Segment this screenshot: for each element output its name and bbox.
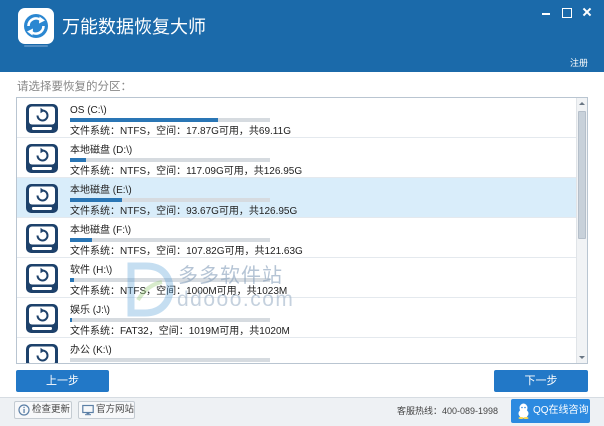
usage-bar-fill [70, 238, 92, 242]
usage-bar [70, 358, 270, 362]
footer-bar: 检查更新 官方网站 客服热线：400-089-1998 QQ在线咨询 [0, 397, 604, 426]
partition-row-k[interactable]: 办公 (K:\) [17, 338, 576, 363]
drive-icon [25, 303, 59, 334]
minimize-button[interactable] [537, 4, 555, 20]
partition-list: OS (C:\) 文件系统：NTFS，空间：17.87G可用，共69.11G 本… [16, 97, 588, 364]
qq-consult-label: QQ在线咨询 [533, 405, 589, 416]
usage-bar-fill [70, 198, 122, 202]
partition-info: 文件系统：NTFS，空间：107.82G可用，共121.63G [70, 246, 303, 257]
partition-row-j[interactable]: 娱乐 (J:\) 文件系统：FAT32，空间：1019M可用，共1020M [17, 298, 576, 338]
partition-info: 文件系统：NTFS，空间：17.87G可用，共69.11G [70, 126, 291, 137]
check-update-label: 检查更新 [32, 404, 71, 415]
partition-name: 本地磁盘 (F:\) [70, 225, 132, 236]
partition-info: 文件系统：NTFS，空间：93.67G可用，共126.95G [70, 206, 298, 217]
qq-consult-button[interactable]: QQ在线咨询 [511, 399, 590, 423]
partition-info: 文件系统：NTFS，空间：117.09G可用，共126.95G [70, 166, 303, 177]
official-website-label: 官方网站 [96, 404, 135, 415]
register-link[interactable]: 注册 [570, 57, 588, 70]
partition-row-f[interactable]: 本地磁盘 (F:\) 文件系统：NTFS，空间：107.82G可用，共121.6… [17, 218, 576, 258]
partition-row-c[interactable]: OS (C:\) 文件系统：NTFS，空间：17.87G可用，共69.11G [17, 98, 576, 138]
partition-name: 办公 (K:\) [70, 345, 112, 356]
scroll-down-arrow-icon[interactable] [577, 352, 587, 363]
service-hotline: 客服热线：400-089-1998 [396, 406, 498, 416]
maximize-button[interactable] [557, 4, 575, 20]
partition-name: 软件 (H:\) [70, 265, 113, 276]
check-update-button[interactable]: 检查更新 [14, 401, 72, 419]
partition-name: 本地磁盘 (D:\) [70, 145, 133, 156]
usage-bar [70, 118, 270, 122]
scrollbar-thumb[interactable] [578, 111, 586, 239]
partition-name: 娱乐 (J:\) [70, 305, 110, 316]
partition-info: 文件系统：FAT32，空间：1019M可用，共1020M [70, 326, 290, 337]
official-website-button[interactable]: 官方网站 [78, 401, 135, 419]
partition-rows: OS (C:\) 文件系统：NTFS，空间：17.87G可用，共69.11G 本… [17, 98, 576, 363]
usage-bar-fill [70, 318, 72, 322]
usage-bar-fill [70, 278, 74, 282]
usage-bar [70, 318, 270, 322]
usage-bar [70, 158, 270, 162]
drive-icon [25, 143, 59, 174]
partition-info: 文件系统：NTFS，空间：1000M可用，共1023M [70, 286, 288, 297]
usage-bar [70, 238, 270, 242]
monitor-icon [82, 404, 94, 416]
drive-icon [25, 343, 59, 363]
partition-name: OS (C:\) [70, 105, 107, 116]
qq-penguin-icon [517, 403, 530, 419]
scroll-up-arrow-icon[interactable] [577, 98, 587, 109]
next-step-button[interactable]: 下一步 [494, 370, 588, 392]
partition-row-d[interactable]: 本地磁盘 (D:\) 文件系统：NTFS，空间：117.09G可用，共126.9… [17, 138, 576, 178]
prev-step-button[interactable]: 上一步 [16, 370, 109, 392]
close-button[interactable] [578, 4, 596, 20]
usage-bar [70, 278, 270, 282]
usage-bar-fill [70, 158, 86, 162]
app-title: 万能数据恢复大师 [62, 17, 206, 38]
drive-icon [25, 103, 59, 134]
partition-prompt: 请选择要恢复的分区： [17, 81, 132, 93]
info-icon [18, 404, 30, 416]
drive-icon [25, 183, 59, 214]
drive-icon [25, 223, 59, 254]
partition-name: 本地磁盘 (E:\) [70, 185, 132, 196]
drive-icon [25, 263, 59, 294]
usage-bar-fill [70, 118, 218, 122]
title-bar[interactable]: 万能数据恢复大师 注册 [0, 0, 604, 72]
partition-row-e[interactable]: 本地磁盘 (E:\) 文件系统：NTFS，空间：93.67G可用，共126.95… [17, 178, 576, 218]
partition-row-h[interactable]: 软件 (H:\) 文件系统：NTFS，空间：1000M可用，共1023M [17, 258, 576, 298]
vertical-scrollbar[interactable] [576, 98, 587, 363]
app-logo-icon [18, 8, 54, 48]
usage-bar [70, 198, 270, 202]
